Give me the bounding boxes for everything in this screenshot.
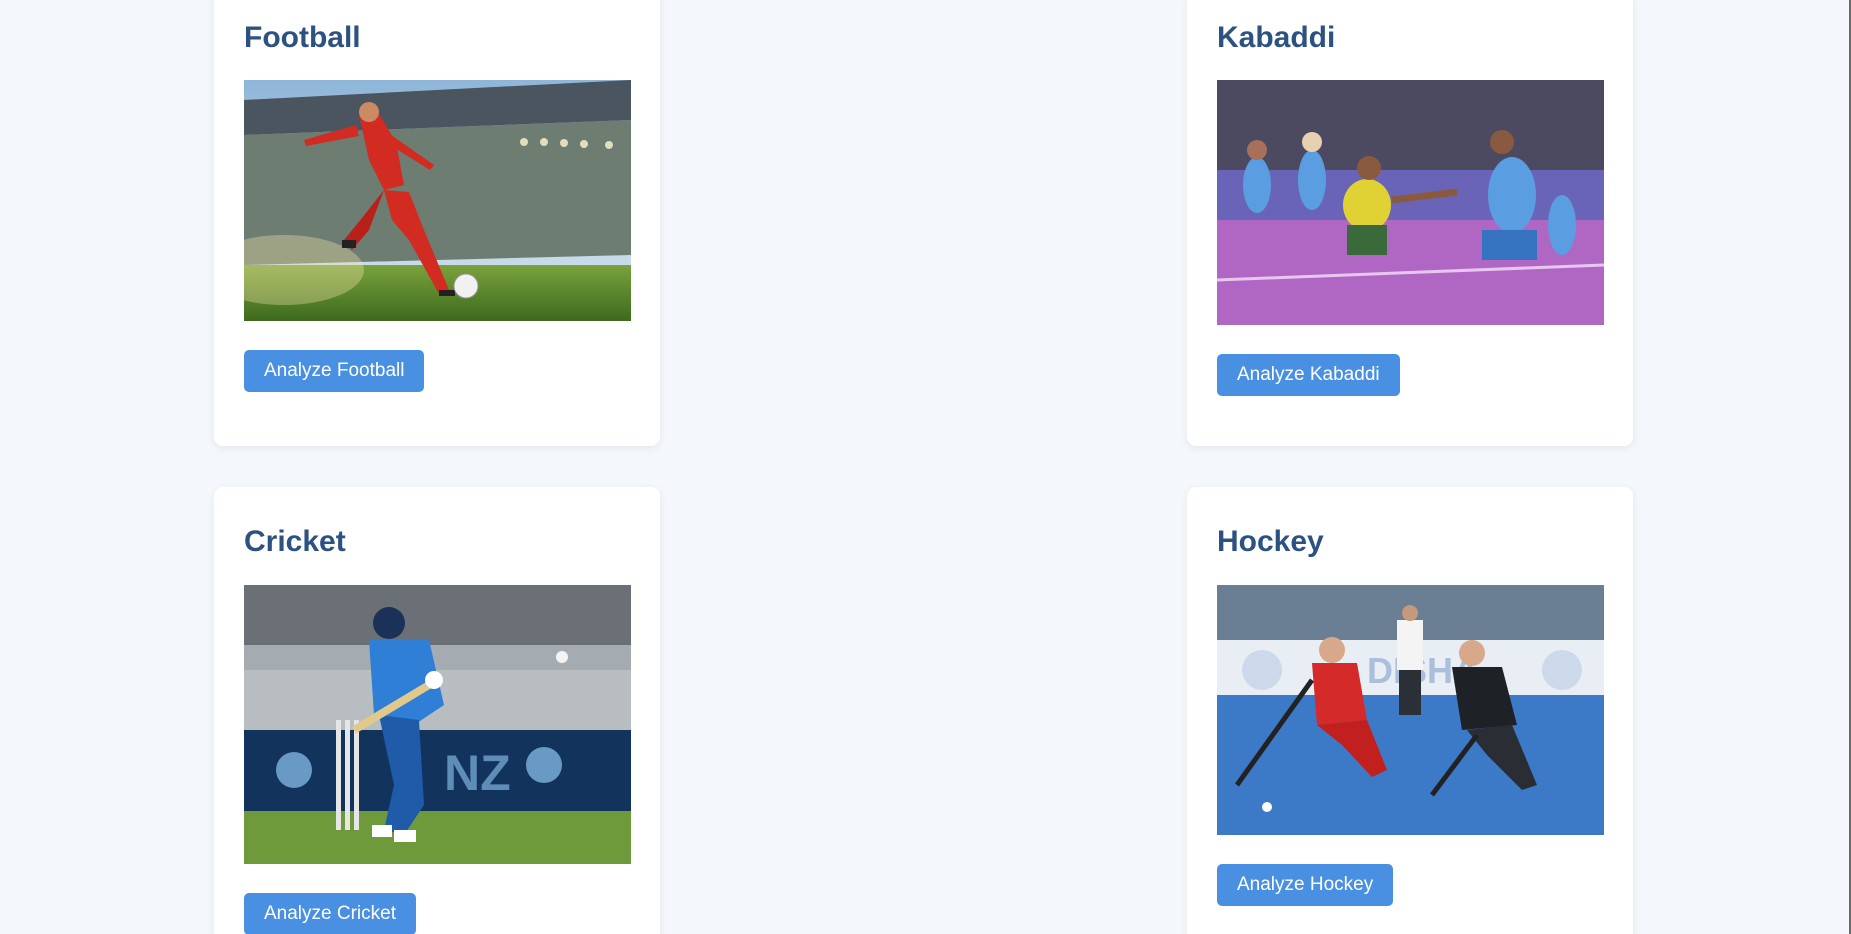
football-image <box>244 80 631 321</box>
sports-grid: Football Analyze Football Kabaddi Analyz… <box>0 0 1851 934</box>
card-cricket: Cricket NZ Analyze Cricket <box>214 487 660 934</box>
analyze-hockey-button[interactable]: Analyze Hockey <box>1217 864 1394 906</box>
card-kabaddi: Kabaddi Analyze Kabaddi <box>1187 0 1633 446</box>
card-title-cricket: Cricket <box>244 525 346 558</box>
card-title-kabaddi: Kabaddi <box>1217 21 1336 54</box>
hockey-image: DISHA <box>1217 585 1604 835</box>
card-football: Football Analyze Football <box>214 0 660 446</box>
card-title-hockey: Hockey <box>1217 525 1324 558</box>
analyze-football-button[interactable]: Analyze Football <box>244 350 425 392</box>
kabaddi-image <box>1217 80 1604 325</box>
card-hockey: Hockey DISHA Analyze Hockey <box>1187 487 1633 934</box>
analyze-cricket-button[interactable]: Analyze Cricket <box>244 893 416 934</box>
analyze-kabaddi-button[interactable]: Analyze Kabaddi <box>1217 354 1400 396</box>
cricket-image: NZ <box>244 585 631 864</box>
card-title-football: Football <box>244 21 361 54</box>
svg-text:NZ: NZ <box>444 745 511 801</box>
